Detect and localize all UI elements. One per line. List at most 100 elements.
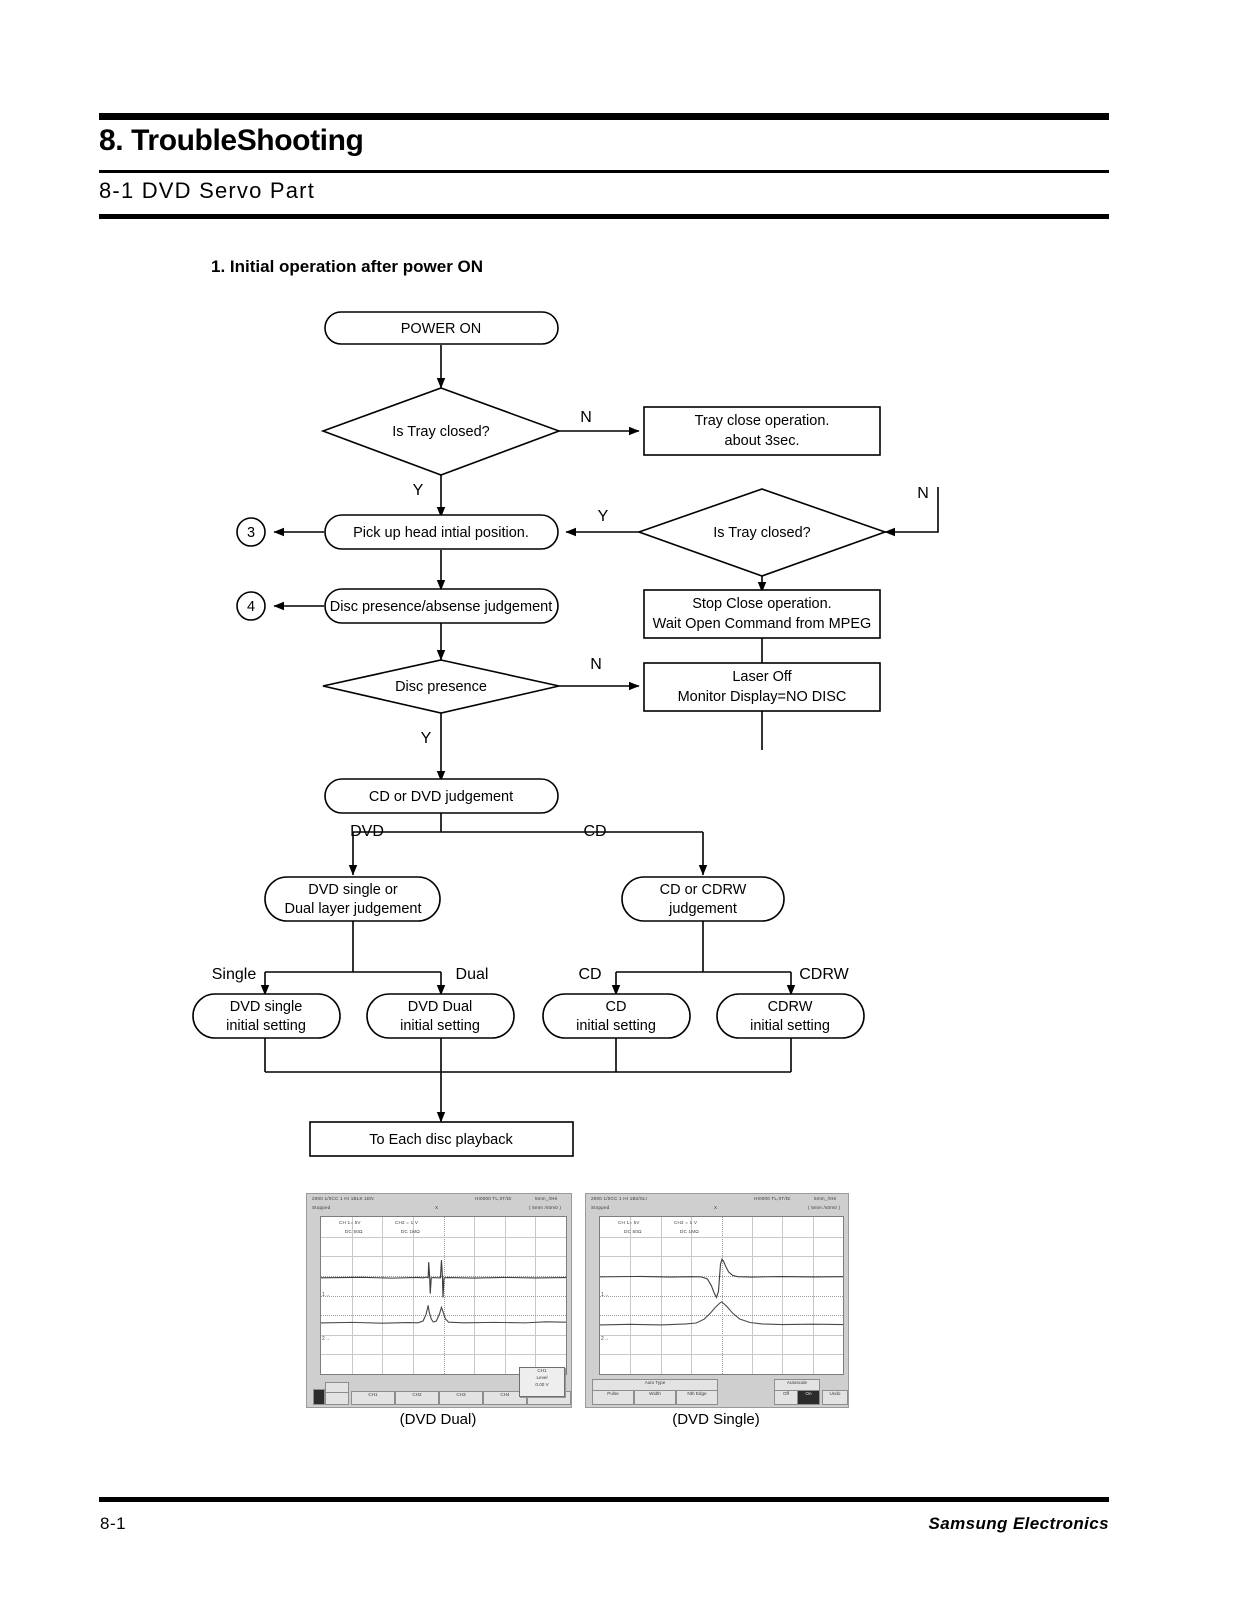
scope-single-ch1-marker: 1→ [601, 1292, 609, 1299]
node-laser-off-line2: Monitor Display=NO DISC [678, 689, 847, 705]
node-cd-or-dvd-judgement: CD or DVD judgement [324, 778, 559, 814]
scope-dual-popup-line2: Level [536, 1374, 548, 1380]
node-dvd-dual-line2: initial setting [400, 1018, 480, 1034]
scope-single-autoscale-on[interactable]: On [797, 1390, 820, 1405]
scope-dual-ch2-label: CH2 = 1 V [395, 1220, 419, 1225]
connector-4-label: 4 [247, 599, 255, 615]
node-each-disc-playback-label: To Each disc playback [369, 1132, 513, 1148]
scope-dual-popup-line1: CH1 [537, 1368, 547, 1373]
header-rule-bottom [99, 214, 1109, 219]
scope-single-waveform [600, 1258, 843, 1326]
scope-dual-header: 2000 1/0CC 1 HI 1BLK 1EN Stopped X HI000… [307, 1194, 571, 1216]
scope-single-ch1-label: CH 1= 5V [618, 1220, 640, 1225]
edge-label-tray1-no: N [580, 409, 592, 426]
edge-label-presence-no: N [590, 656, 602, 673]
connector-4: 4 [236, 591, 266, 621]
node-dvd-dual-line1: DVD Dual [408, 999, 472, 1015]
section-title: 8-1 DVD Servo Part [99, 178, 316, 203]
node-is-tray-closed-1: Is Tray closed? [320, 387, 562, 476]
node-cd-initial: CD initial setting [542, 993, 691, 1039]
scope-dual-level-popup[interactable]: CH1 Level 0.00 V [519, 1367, 565, 1397]
node-cdrw-initial-line2: initial setting [750, 1018, 830, 1034]
node-dvd-single-initial: DVD single initial setting [192, 993, 341, 1039]
node-disc-judgement-label: Disc presence/absense judgement [330, 599, 552, 615]
scope-single-timebase-sub: ( 5mm /s0m0 ) [808, 1205, 841, 1210]
node-dvd-layer-line2: Dual layer judgement [284, 901, 421, 917]
scope-single-timebase: 5mm_/0Hi [814, 1196, 837, 1201]
scope-single-button-width[interactable]: Width [634, 1390, 676, 1405]
node-pickup-head: Pick up head intial position. [324, 514, 559, 550]
connector-3: 3 [236, 517, 266, 547]
scope-single-button-undo[interactable]: Undo [822, 1390, 848, 1405]
edge-label-branch-dvd: DVD [350, 823, 384, 840]
connector-3-label: 3 [247, 525, 255, 541]
document-page: 8. TroubleShooting 8-1 DVD Servo Part 1.… [0, 0, 1235, 1600]
node-tray-close-operation-line1: Tray close operation. [695, 413, 830, 429]
scope-single-header-center: X [714, 1205, 718, 1210]
edge-label-branch-cdrw: CDRW [799, 966, 849, 983]
scope-dual-ch2-coupling: DC 1MΩ [401, 1229, 420, 1234]
edge-cd-split-cd [616, 921, 791, 995]
scope-dual-status: Stopped [312, 1205, 331, 1210]
edge-label-tray2-yes: Y [598, 508, 609, 525]
scope-dual-header-center: X [435, 1205, 439, 1210]
scope-single-autoscale-off[interactable]: Off [774, 1390, 798, 1405]
edge-label-branch-single: Single [212, 966, 257, 983]
scope-single-toolbar: Auto Type Pulse Width Nth Edge Autoscale… [586, 1377, 848, 1407]
node-cd-cdrw-line1: CD or CDRW [660, 882, 747, 898]
scope-dual-graticule: 1→ 2→ CH 1= 5V DC 50Ω CH2 = 1 V DC 1MΩ [320, 1216, 567, 1375]
scope-single-status: Stopped [591, 1205, 610, 1210]
scope-single-graticule: 1→ 2→ CH 1= 5V DC 50Ω CH2 = 1 V DC 1MΩ [599, 1216, 844, 1375]
node-dvd-single-line1: DVD single [230, 999, 303, 1015]
edge-label-branch-cd: CD [583, 823, 606, 840]
node-is-tray-closed-1-label: Is Tray closed? [392, 424, 490, 440]
scope-dual-popup-line3: 0.00 V [535, 1381, 549, 1387]
node-dvd-single-line2: initial setting [226, 1018, 306, 1034]
node-is-tray-closed-2-label: Is Tray closed? [713, 525, 811, 541]
node-power-on-label: POWER ON [401, 321, 482, 337]
scope-single-button-nth-edge[interactable]: Nth Edge [676, 1390, 718, 1405]
scope-dual-toolbar: CH1 CH2 CH3 CH4 EXT CH1 Level 0.00 V [307, 1367, 571, 1407]
node-stop-close-line2: Wait Open Command from MPEG [653, 616, 872, 632]
node-stop-close-line1: Stop Close operation. [692, 596, 831, 612]
scope-dual-timebase: 5mm_/0Hi [535, 1196, 558, 1201]
scope-single-button-pulse[interactable]: Pulse [592, 1390, 634, 1405]
node-tray-close-operation: Tray close operation. about 3sec. [643, 406, 881, 456]
edge-label-branch-cd2: CD [578, 966, 601, 983]
scope-dual-button-ch2[interactable]: CH2 [395, 1391, 439, 1405]
scope-dual-header-right: HI0000 TL,0T/Di [475, 1196, 512, 1201]
header-rule-middle [99, 170, 1109, 173]
scope-dual-timebase-sub: ( 5mm /s0m0 ) [529, 1205, 562, 1210]
chapter-title: 8. TroubleShooting [99, 124, 364, 157]
scope-single-ch2-coupling: DC 1MΩ [680, 1229, 699, 1234]
scope-single-header: 2000 1/0CC 1 HI 1B2/0LI Stopped X HI0000… [586, 1194, 848, 1216]
node-disc-presence-label: Disc presence [395, 679, 487, 695]
scope-dual-waveform [321, 1260, 566, 1324]
node-laser-off: Laser Off Monitor Display=NO DISC [643, 662, 881, 712]
scope-dual-header-left: 2000 1/0CC 1 HI 1BLK 1EN [312, 1196, 374, 1201]
node-cd-initial-line1: CD [606, 999, 627, 1015]
node-cdrw-initial-line1: CDRW [768, 999, 813, 1015]
edge-merge-to-playback [264, 1035, 792, 1122]
scope-dual-button-ch3[interactable]: CH3 [439, 1391, 483, 1405]
node-is-tray-closed-2: Is Tray closed? [636, 488, 888, 577]
node-power-on: POWER ON [324, 311, 559, 345]
header-rule-top [99, 113, 1109, 120]
scope-dual-menu-icon[interactable] [313, 1389, 325, 1405]
node-disc-presence: Disc presence [322, 659, 560, 714]
edge-label-presence-yes: Y [421, 730, 432, 747]
scope-single-ch1-coupling: DC 50Ω [624, 1229, 642, 1234]
node-disc-judgement: Disc presence/absense judgement [324, 588, 559, 624]
scope-dual-button-ch1[interactable]: CH1 [351, 1391, 395, 1405]
node-cd-or-dvd-label: CD or DVD judgement [369, 789, 513, 805]
node-dvd-dual-initial: DVD Dual initial setting [366, 993, 515, 1039]
node-each-disc-playback: To Each disc playback [309, 1121, 574, 1157]
caption-dvd-dual: (DVD Dual) [399, 1411, 477, 1428]
scope-dual-ch1-label: CH 1= 5V [339, 1220, 361, 1225]
oscilloscope-screenshot-dvd-single: 2000 1/0CC 1 HI 1B2/0LI Stopped X HI0000… [585, 1193, 849, 1408]
node-cdrw-initial: CDRW initial setting [716, 993, 865, 1039]
scope-dual-source-value[interactable] [325, 1392, 349, 1405]
oscilloscope-screenshot-dvd-dual: 2000 1/0CC 1 HI 1BLK 1EN Stopped X HI000… [306, 1193, 572, 1408]
node-pickup-head-label: Pick up head intial position. [353, 525, 529, 541]
edge-tray2-no-loop [884, 487, 939, 537]
